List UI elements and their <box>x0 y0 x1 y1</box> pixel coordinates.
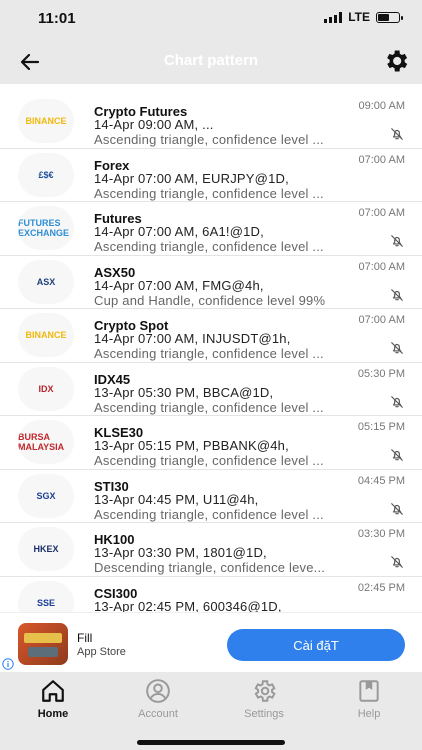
alert-row[interactable]: SGX STI30 13-Apr 04:45 PM, U11@4h, Ascendin… <box>0 470 422 523</box>
alert-row[interactable]: BINANCE Crypto Spot 14-Apr 07:00 AM, INJUS… <box>0 309 422 363</box>
ad-banner[interactable]: Fill App Store Cài đặT <box>0 612 422 673</box>
status-time: 11:01 <box>38 10 76 27</box>
home-indicator <box>137 740 285 745</box>
alert-detail: 14-Apr 09:00 AM, ... <box>94 117 214 132</box>
alert-time: 02:45 PM <box>357 581 405 594</box>
alert-time: 07:00 AM <box>358 153 405 166</box>
alert-pattern: Cup and Handle, confidence level 99% <box>94 292 326 308</box>
bell-off-icon[interactable] <box>390 127 404 141</box>
status-bar: 11:01 LTE <box>0 0 422 38</box>
alert-row[interactable]: ASX ASX50 14-Apr 07:00 AM, FMG@4h, Cup and … <box>0 256 422 309</box>
alert-detail: 13-Apr 05:15 PM, PBBANK@4h, <box>94 438 289 453</box>
market-logo: HKEX <box>18 527 74 571</box>
ad-store-label: App Store <box>77 646 126 658</box>
alert-detail: 14-Apr 07:00 AM, INJUSDT@1h, <box>94 331 291 346</box>
alert-time: 05:15 PM <box>357 421 405 433</box>
alert-row[interactable]: SSE CSI300 13-Apr 02:45 PM, 600346@1D, 02:4… <box>0 577 422 613</box>
tab-home[interactable]: Home <box>8 678 98 724</box>
bell-off-icon[interactable] <box>390 234 404 248</box>
home-icon <box>42 680 64 702</box>
bell-off-icon[interactable] <box>390 555 404 569</box>
alert-pattern: Ascending triangle, confidence level ... <box>94 185 324 201</box>
signal-icon <box>324 11 343 23</box>
alert-pattern: Ascending triangle, confidence level ... <box>94 453 324 468</box>
ad-app-icon[interactable] <box>18 623 68 665</box>
alert-row[interactable]: BURSA MALAYSIA KLSE30 13-Apr 05:15 PM, PBB… <box>0 416 422 470</box>
alert-time: 03:30 PM <box>357 528 405 540</box>
tab-settings[interactable]: Settings <box>219 678 309 724</box>
alert-time: 05:30 PM <box>357 367 405 380</box>
bell-off-icon[interactable] <box>390 395 404 409</box>
alert-detail: 14-Apr 07:00 AM, EURJPY@1D, <box>94 170 289 186</box>
alert-detail: 13-Apr 02:45 PM, 600346@1D, <box>94 598 282 613</box>
bookmark-icon <box>359 680 379 702</box>
market-logo: BURSA MALAYSIA <box>18 420 74 464</box>
gear-icon <box>254 680 276 702</box>
settings-gear-icon[interactable] <box>382 47 410 75</box>
alert-row[interactable]: £$€ Forex 14-Apr 07:00 AM, EURJPY@1D, Ascen… <box>0 149 422 202</box>
alert-row[interactable]: IDX IDX45 13-Apr 05:30 PM, BBCA@1D, Ascendi… <box>0 363 422 416</box>
alert-row[interactable]: BINANCE Crypto Futures 14-Apr 09:00 AM, ..… <box>0 95 422 149</box>
tab-bar: Home Account Settings Help <box>0 672 422 750</box>
tab-account[interactable]: Account <box>113 678 203 724</box>
nav-bar: Chart pattern <box>0 38 422 84</box>
tab-help[interactable]: Help <box>324 678 414 724</box>
alert-detail: 13-Apr 04:45 PM, U11@4h, <box>94 491 259 507</box>
market-logo: BINANCE <box>18 313 74 357</box>
bell-off-icon[interactable] <box>390 502 404 516</box>
ad-install-button[interactable]: Cài đặT <box>227 629 405 661</box>
market-logo: BINANCE <box>18 99 74 143</box>
tab-settings-label: Settings <box>244 708 284 720</box>
alert-row[interactable]: HKEX HK100 13-Apr 03:30 PM, 1801@1D, Descen… <box>0 523 422 577</box>
alert-detail: 13-Apr 03:30 PM, 1801@1D, <box>94 545 267 560</box>
page-title: Chart pattern <box>163 52 259 69</box>
alert-detail: 13-Apr 05:30 PM, BBCA@1D, <box>94 384 274 400</box>
alert-row[interactable]: FUTURES EXCHANGE Futures 14-Apr 07:00 AM, … <box>0 202 422 256</box>
network-label: LTE <box>348 10 370 24</box>
alert-time: 09:00 AM <box>358 100 405 112</box>
market-logo: ASX <box>18 259 74 304</box>
market-logo: FUTURES EXCHANGE <box>18 206 74 250</box>
status-indicators: LTE <box>324 10 403 24</box>
alert-time: 07:00 AM <box>358 314 405 326</box>
bell-off-icon[interactable] <box>390 448 404 462</box>
tab-home-label: Home <box>37 708 69 720</box>
market-logo: £$€ <box>18 152 74 197</box>
alert-time: 07:00 AM <box>358 207 405 219</box>
alert-pattern: Ascending triangle, confidence level ... <box>94 239 324 254</box>
alert-pattern: Ascending triangle, confidence level ... <box>94 132 324 147</box>
alert-detail: 14-Apr 07:00 AM, 6A1!@1D, <box>94 224 264 239</box>
alert-detail: 14-Apr 07:00 AM, FMG@4h, <box>94 277 264 293</box>
market-logo: SSE <box>18 580 74 612</box>
tab-account-label: Account <box>138 708 178 720</box>
tab-help-label: Help <box>357 708 381 720</box>
alert-time: 07:00 AM <box>358 260 405 273</box>
market-logo: SGX <box>18 473 74 518</box>
battery-icon <box>376 11 403 23</box>
alert-list[interactable]: BINANCE Crypto Futures 14-Apr 09:00 AM, ..… <box>0 95 422 612</box>
alert-pattern: Ascending triangle, confidence level ... <box>94 346 324 361</box>
alert-pattern: Ascending triangle, confidence level ... <box>94 506 324 522</box>
ad-app-name: Fill <box>77 631 93 645</box>
bell-off-icon[interactable] <box>390 341 404 355</box>
account-icon <box>146 679 170 703</box>
ad-info-icon[interactable] <box>2 658 14 670</box>
alert-pattern: Descending triangle, confidence leve... <box>94 560 326 575</box>
alert-pattern: Ascending triangle, confidence level ... <box>94 399 324 415</box>
alert-time: 04:45 PM <box>357 474 405 487</box>
market-logo: IDX <box>18 366 74 411</box>
bell-off-icon[interactable] <box>390 288 404 302</box>
